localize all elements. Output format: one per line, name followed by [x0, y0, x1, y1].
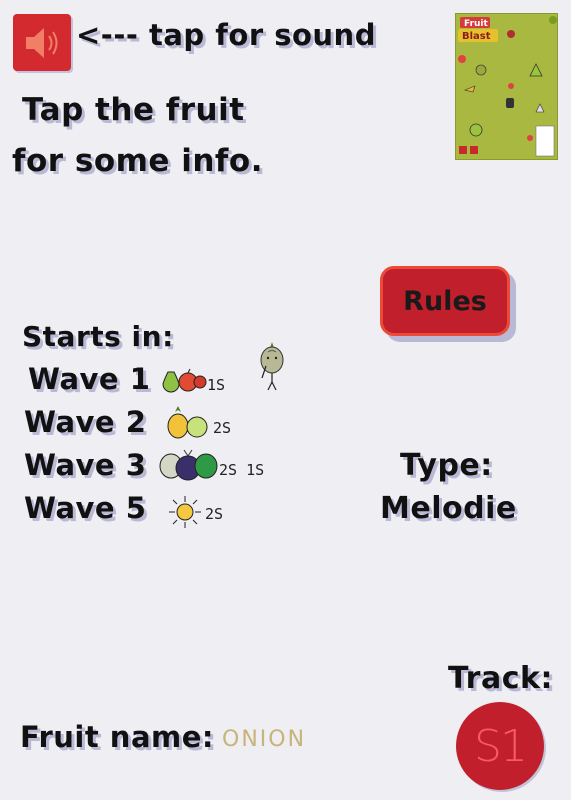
type-label: Type: — [400, 448, 493, 483]
fruit-name-value: ONION — [222, 727, 307, 752]
wave-1-label: Wave 1 — [28, 362, 151, 396]
pineapple-icon — [167, 406, 189, 439]
wave-2-fruit-icons — [167, 406, 208, 439]
melon-icon — [194, 453, 218, 479]
wave-1-fruit-icons — [162, 368, 207, 393]
wave-1-times: 1S — [207, 376, 226, 394]
game-board-preview: Fruit Blast — [456, 14, 557, 159]
intro-line-1: Tap the fruit — [22, 92, 245, 128]
sound-button[interactable] — [13, 14, 71, 71]
green-apple-icon — [186, 416, 208, 438]
wave-3-label: Wave 3 — [24, 448, 147, 482]
intro-line-2: for some info. — [12, 143, 263, 179]
svg-text:Fruit: Fruit — [464, 19, 489, 29]
svg-text:Blast: Blast — [462, 31, 491, 42]
rules-button[interactable]: Rules — [380, 266, 510, 336]
speaker-icon — [26, 27, 58, 58]
onion-character-icon[interactable] — [256, 340, 288, 392]
sun-icon — [169, 496, 201, 528]
fruit-name-label: Fruit name: — [20, 720, 214, 754]
wave-5-times: 2S — [205, 505, 224, 523]
pear-icon — [162, 371, 180, 393]
wave-2-label: Wave 2 — [24, 405, 147, 439]
track-button[interactable]: S1 — [456, 702, 544, 790]
game-thumbnail[interactable]: Fruit Blast — [455, 13, 558, 160]
sound-hint: <--- tap for sound — [76, 18, 376, 52]
wave-3-fruit-icons — [159, 449, 218, 481]
track-value: S1 — [474, 720, 528, 772]
wave-5-label: Wave 5 — [24, 491, 147, 525]
wave-3-times: 2S 1S — [219, 461, 265, 479]
type-value: Melodie — [380, 491, 517, 526]
track-label: Track: — [448, 661, 553, 696]
rules-button-label: Rules — [403, 285, 487, 317]
starts-heading: Starts in: — [22, 320, 174, 353]
wave-2-times: 2S — [213, 419, 232, 437]
